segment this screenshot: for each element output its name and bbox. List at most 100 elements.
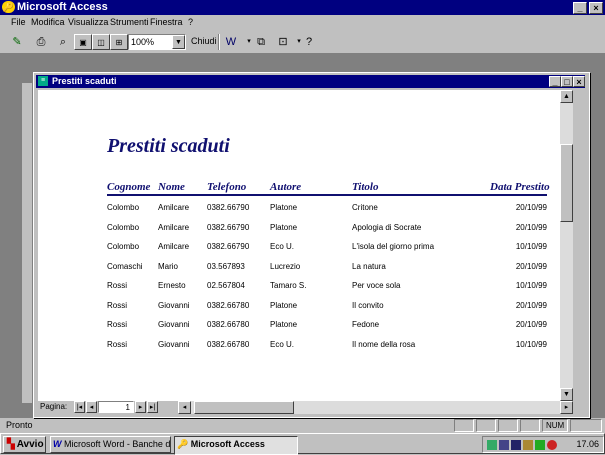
report-maximize-button[interactable]: □ <box>561 76 573 87</box>
task-label: Microsoft Word - Banche d... <box>64 439 171 449</box>
page-number-field[interactable]: 1 <box>98 401 134 413</box>
table-cell: Per voce sola <box>352 281 401 290</box>
table-cell: 20/10/99 <box>515 203 547 212</box>
chevron-down-icon[interactable]: ▼ <box>172 35 185 49</box>
language-icon[interactable] <box>511 440 521 450</box>
table-cell: Mario <box>158 261 179 271</box>
table-cell: 20/10/99 <box>515 261 547 271</box>
zoom-magnifier-icon[interactable]: ⌕ <box>54 34 72 50</box>
background-window <box>22 83 32 403</box>
column-header: Cognome <box>107 181 151 193</box>
one-page-icon[interactable]: ▣ <box>74 34 92 50</box>
column-header: Data Prestito <box>490 181 550 193</box>
task-button-access[interactable]: 🔑 Microsoft Access <box>174 436 298 455</box>
status-text: Pronto <box>6 420 33 430</box>
access-key-icon: 🔑 <box>177 439 189 449</box>
task-label: Microsoft Access <box>190 439 265 449</box>
menu-help[interactable]: ? <box>188 17 193 27</box>
table-cell: La natura <box>352 261 386 271</box>
status-panel <box>570 419 602 432</box>
table-cell: Eco U. <box>270 339 295 349</box>
status-panel <box>454 419 474 432</box>
status-panel <box>498 419 518 432</box>
antivirus-icon[interactable] <box>547 440 557 450</box>
toolbar-separator <box>218 34 220 50</box>
table-cell: Platone <box>270 203 298 212</box>
scheduler-icon[interactable] <box>535 440 545 450</box>
next-page-icon[interactable]: ▸ <box>135 401 146 413</box>
table-cell: 10/10/99 <box>515 281 547 290</box>
vertical-scrollbar[interactable]: ▲ ▼ <box>560 90 573 401</box>
menu-finestra[interactable]: Finestra <box>150 17 183 27</box>
app-title: Microsoft Access <box>17 1 108 13</box>
table-cell: 10/10/99 <box>515 242 547 251</box>
status-bar: Pronto NUM <box>0 418 605 433</box>
table-cell: Lucrezio <box>270 261 301 271</box>
two-pages-icon[interactable]: ◫ <box>92 34 110 50</box>
table-cell: Amilcare <box>158 222 190 232</box>
report-icon: ≡ <box>38 76 48 86</box>
minimize-button[interactable]: _ <box>573 2 587 14</box>
table-cell: L'isola del giorno prima <box>352 242 435 251</box>
menu-strumenti[interactable]: Strumenti <box>110 17 149 27</box>
last-page-icon[interactable]: ▸| <box>147 401 158 413</box>
report-window-titlebar[interactable]: ≡ Prestiti scaduti _ □ × <box>36 75 585 88</box>
table-cell: Platone <box>270 222 298 232</box>
table-cell: Colombo <box>107 203 140 212</box>
report-minimize-button[interactable]: _ <box>549 76 561 87</box>
table-cell: Fedone <box>352 320 380 329</box>
multiple-pages-icon[interactable]: ⊞ <box>110 34 128 50</box>
print-icon[interactable]: ⎙ <box>32 34 50 50</box>
office-links-icon[interactable]: W <box>222 34 240 50</box>
prev-page-icon[interactable]: ◂ <box>86 401 97 413</box>
menu-file[interactable]: File <box>11 17 26 27</box>
menu-modifica[interactable]: Modifica <box>31 17 65 27</box>
close-preview-button[interactable]: Chiudi <box>191 36 217 46</box>
table-cell: 02.567804 <box>207 281 245 290</box>
report-page: Prestiti scaduti Cognome Nome Telefono A… <box>38 90 560 401</box>
close-window-button[interactable]: × <box>589 2 603 14</box>
volume-icon[interactable] <box>523 440 533 450</box>
scroll-left-icon[interactable]: ◂ <box>178 401 191 414</box>
first-page-icon[interactable]: |◂ <box>74 401 85 413</box>
column-header: Nome <box>158 181 185 193</box>
view-design-icon[interactable]: ✎ <box>8 34 26 50</box>
status-panel <box>520 419 540 432</box>
start-button[interactable]: ▚ Avvio <box>3 436 46 453</box>
table-cell: Rossi <box>107 320 128 329</box>
table-cell: Giovanni <box>158 320 190 329</box>
table-cell: Colombo <box>107 242 140 251</box>
table-cell: 0382.66790 <box>207 242 250 251</box>
table-cell: Giovanni <box>158 300 190 310</box>
column-header: Titolo <box>352 181 379 193</box>
num-lock-indicator: NUM <box>542 419 568 432</box>
windows-logo-icon: ▚ <box>7 439 15 450</box>
table-cell: Ernesto <box>158 281 186 290</box>
start-label: Avvio <box>16 439 44 450</box>
page-label: Pagina: <box>40 402 68 411</box>
help-icon[interactable]: ? <box>300 34 318 50</box>
header-divider <box>107 194 547 196</box>
column-header: Autore <box>270 181 302 193</box>
report-close-button[interactable]: × <box>573 76 585 87</box>
scroll-up-icon[interactable]: ▲ <box>560 90 573 103</box>
table-cell: Comaschi <box>107 261 143 271</box>
table-cell: Tamaro S. <box>270 281 307 290</box>
scroll-right-icon[interactable]: ▸ <box>560 401 573 414</box>
scroll-thumb[interactable] <box>194 401 294 414</box>
table-cell: 0382.66780 <box>207 300 250 310</box>
database-window-icon[interactable]: ⧉ <box>252 34 270 50</box>
menu-visualizza[interactable]: Visualizza <box>68 17 108 27</box>
table-cell: 20/10/99 <box>515 320 547 329</box>
display-icon[interactable] <box>499 440 509 450</box>
table-cell: 0382.66780 <box>207 339 250 349</box>
network-icon[interactable] <box>487 440 497 450</box>
table-cell: Il convito <box>352 300 384 310</box>
scroll-thumb[interactable] <box>560 144 573 222</box>
zoom-select[interactable]: 100% ▼ <box>128 34 186 50</box>
task-button-word[interactable]: W Microsoft Word - Banche d... <box>50 436 171 453</box>
table-cell: 20/10/99 <box>515 300 547 310</box>
word-icon: W <box>53 439 62 449</box>
horizontal-scrollbar[interactable]: ◂ ▸ <box>178 401 573 414</box>
scroll-down-icon[interactable]: ▼ <box>560 388 573 401</box>
